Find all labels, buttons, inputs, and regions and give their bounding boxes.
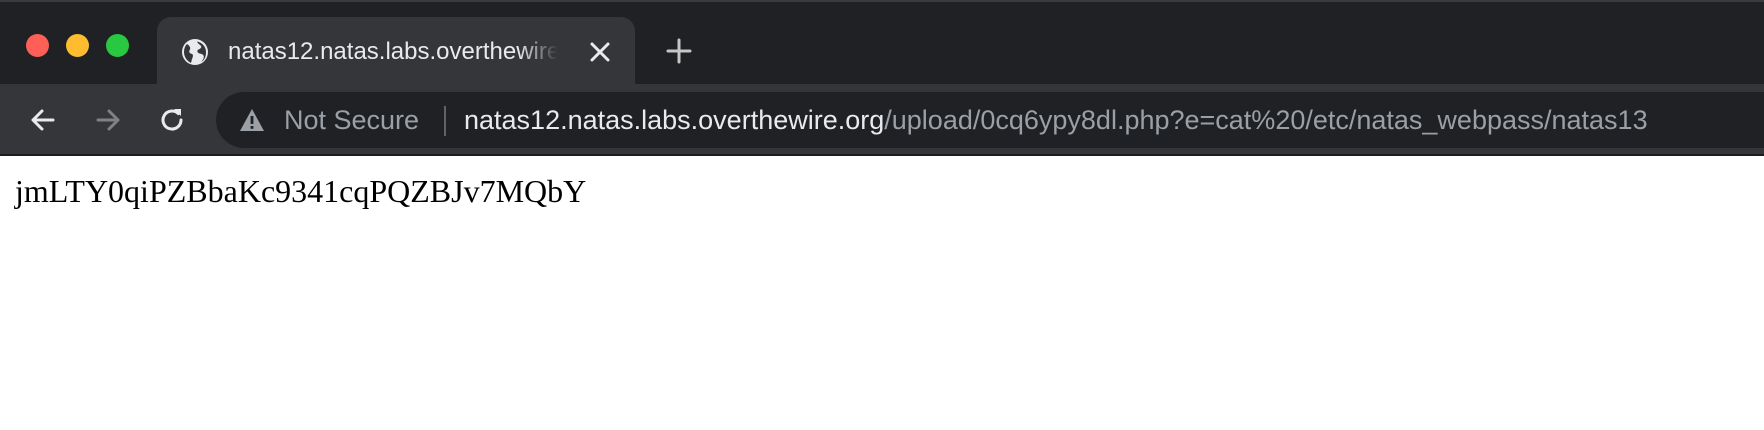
globe-icon [181,38,209,66]
tab-title: natas12.natas.labs.overthewire.org [228,38,558,65]
warning-icon[interactable] [238,107,266,133]
url-path: /upload/0cq6ypy8dl.php?e=cat%20/etc/nata… [884,105,1648,135]
page-content: jmLTY0qiPZBbaKc9341cqPQZBJv7MQbY [0,156,1764,430]
close-icon[interactable] [587,39,613,65]
tab-active[interactable]: natas12.natas.labs.overthewire.org [157,17,635,86]
forward-arrow-icon [96,109,120,131]
url-host: natas12.natas.labs.overthewire.org [464,105,885,135]
reload-button[interactable] [156,104,188,136]
forward-button[interactable] [92,104,124,136]
window-minimize-button[interactable] [66,34,89,57]
page-body-text: jmLTY0qiPZBbaKc9341cqPQZBJv7MQbY [15,173,587,209]
reload-icon [161,109,183,131]
address-bar[interactable]: Not Secure natas12.natas.labs.overthewir… [216,92,1764,148]
window-close-button[interactable] [26,34,49,57]
security-label[interactable]: Not Secure [284,103,419,137]
window-zoom-button[interactable] [106,34,129,57]
back-arrow-icon [31,109,55,131]
browser-window: natas12.natas.labs.overthewire.org [0,0,1764,430]
plus-icon [666,38,692,64]
browser-toolbar: Not Secure natas12.natas.labs.overthewir… [0,84,1764,156]
omnibox-divider [444,106,446,136]
url-text[interactable]: natas12.natas.labs.overthewire.org/uploa… [464,103,1648,137]
back-button[interactable] [27,104,59,136]
new-tab-button[interactable] [664,36,694,66]
tab-strip: natas12.natas.labs.overthewire.org [0,0,1764,86]
